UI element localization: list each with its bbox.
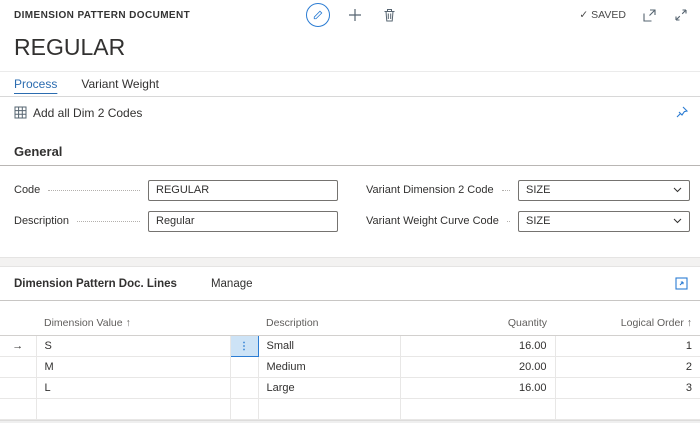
cell-description[interactable] [258, 399, 400, 420]
page: DIMENSION PATTERN DOCUMENT ✓ [0, 0, 700, 423]
variant-weight-curve-code-value: SIZE [526, 215, 550, 227]
pin-icon [675, 106, 688, 119]
check-icon: ✓ [579, 9, 588, 21]
lines-divider [0, 300, 700, 301]
save-status-label: SAVED [591, 9, 626, 21]
description-field-label: Description [14, 215, 69, 227]
popout-icon [643, 9, 656, 22]
save-status: ✓ SAVED [579, 9, 626, 21]
cell-quantity[interactable]: 20.00 [400, 357, 555, 378]
general-section-title: General [0, 144, 700, 165]
row-menu-cell[interactable] [230, 378, 258, 399]
dotted-leader [502, 190, 510, 191]
variant-weight-curve-code-select[interactable]: SIZE [518, 211, 690, 232]
focus-mode-button[interactable] [675, 277, 688, 290]
cell-dimension-value[interactable]: S [36, 336, 230, 357]
chevron-down-icon [673, 218, 682, 224]
lines-part-title: Dimension Pattern Doc. Lines [14, 278, 177, 290]
table-row [0, 399, 700, 420]
current-row-indicator [0, 357, 36, 378]
resize-diagonal-icon [675, 9, 687, 21]
column-header-logical-order[interactable]: Logical Order ↑ [555, 310, 700, 336]
cell-dimension-value[interactable] [36, 399, 230, 420]
record-caption: DIMENSION PATTERN DOCUMENT [14, 10, 190, 21]
column-header-description[interactable]: Description [258, 310, 400, 336]
add-all-dim2-codes-label: Add all Dim 2 Codes [33, 106, 142, 120]
card-separator [0, 257, 700, 267]
dotted-leader [77, 221, 140, 222]
collapse-page-button[interactable] [672, 6, 690, 24]
cell-description[interactable]: Large [258, 378, 400, 399]
column-header-dimension-value[interactable]: Dimension Value ↑ [36, 310, 230, 336]
cell-logical-order[interactable]: 2 [555, 357, 700, 378]
cell-quantity[interactable]: 16.00 [400, 336, 555, 357]
variant-dimension-2-code-value: SIZE [526, 184, 550, 196]
grid-icon [14, 106, 27, 119]
description-field[interactable]: Regular [148, 211, 338, 232]
manage-menu-button[interactable]: Manage [211, 278, 253, 290]
variant-dimension-2-code-label: Variant Dimension 2 Code [366, 184, 494, 196]
column-header-quantity[interactable]: Quantity [400, 310, 555, 336]
tab-process[interactable]: Process [14, 77, 57, 91]
code-field-label: Code [14, 184, 40, 196]
plus-icon [348, 8, 362, 22]
cell-logical-order[interactable]: 1 [555, 336, 700, 357]
variant-dimension-2-code-select[interactable]: SIZE [518, 180, 690, 201]
pencil-icon [312, 9, 324, 21]
row-menu-cell[interactable]: ⋮ [230, 336, 258, 357]
cell-quantity[interactable] [400, 399, 555, 420]
edit-button[interactable] [306, 3, 330, 27]
row-menu-column-header [230, 310, 258, 336]
page-title: REGULAR [0, 30, 700, 71]
lines-table: Dimension Value ↑ Description Quantity L… [0, 310, 700, 420]
cell-dimension-value[interactable]: M [36, 357, 230, 378]
current-row-indicator [0, 378, 36, 399]
code-field[interactable]: REGULAR [148, 180, 338, 201]
expand-part-icon [675, 277, 688, 290]
row-menu-cell[interactable] [230, 357, 258, 378]
tab-strip: Process Variant Weight [0, 71, 700, 97]
cell-description[interactable]: Small [258, 336, 400, 357]
general-section: General Code REGULAR Description Regular… [0, 128, 700, 257]
cell-dimension-value[interactable]: L [36, 378, 230, 399]
new-button[interactable] [346, 6, 364, 24]
table-row: L Large 16.00 3 [0, 378, 700, 399]
row-indicator-column-header [0, 310, 36, 336]
personalize-pin-button[interactable] [675, 106, 688, 119]
tab-variant-weight[interactable]: Variant Weight [81, 77, 159, 91]
cell-description[interactable]: Medium [258, 357, 400, 378]
chevron-down-icon [673, 187, 682, 193]
current-row-indicator: → [0, 336, 36, 357]
cell-logical-order[interactable] [555, 399, 700, 420]
table-header-row: Dimension Value ↑ Description Quantity L… [0, 310, 700, 336]
action-bar: Add all Dim 2 Codes [0, 97, 700, 128]
dotted-leader [48, 190, 140, 191]
lines-part-header: Dimension Pattern Doc. Lines Manage [0, 267, 700, 300]
trash-icon [383, 8, 396, 22]
table-row: M Medium 20.00 2 [0, 357, 700, 378]
table-row: → S ⋮ Small 16.00 1 [0, 336, 700, 357]
command-bar: DIMENSION PATTERN DOCUMENT ✓ [0, 0, 700, 30]
cell-quantity[interactable]: 16.00 [400, 378, 555, 399]
row-menu-cell[interactable] [230, 399, 258, 420]
delete-button[interactable] [380, 6, 398, 24]
cell-logical-order[interactable]: 3 [555, 378, 700, 399]
open-in-new-window-button[interactable] [640, 6, 658, 24]
add-all-dim2-codes-button[interactable]: Add all Dim 2 Codes [14, 106, 142, 120]
current-row-indicator [0, 399, 36, 420]
dotted-leader [507, 221, 510, 222]
variant-weight-curve-code-label: Variant Weight Curve Code [366, 215, 499, 227]
